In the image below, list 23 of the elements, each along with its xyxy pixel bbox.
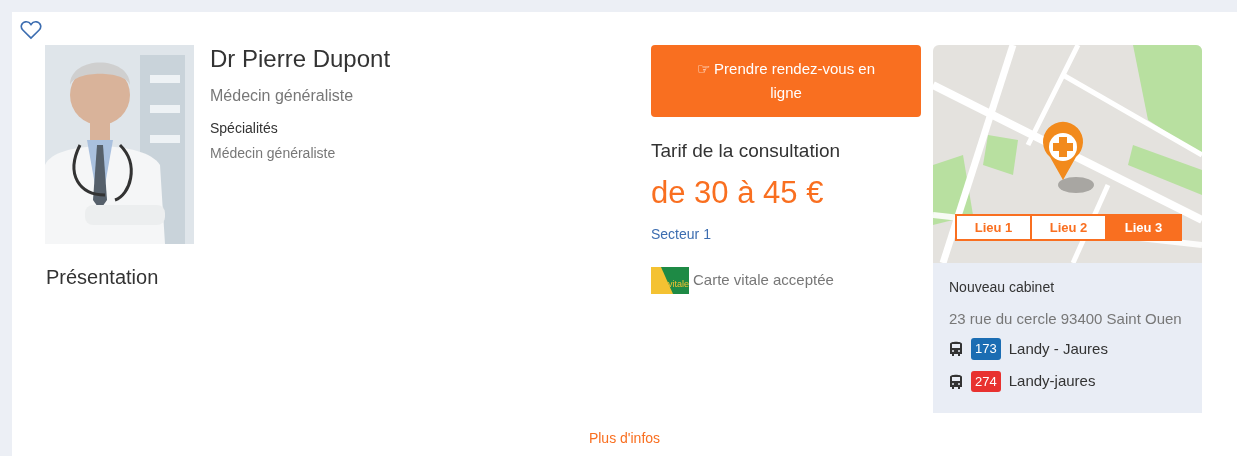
vitale-card-icon: vitale [651, 267, 689, 294]
doctor-name: Dr Pierre Dupont [210, 45, 391, 74]
location-tab[interactable]: Lieu 1 [957, 215, 1030, 239]
sector-label: Secteur 1 [651, 225, 712, 244]
more-info-link[interactable]: Plus d'infos [588, 430, 661, 446]
bus-stop: Landy - Jaures [1008, 338, 1108, 359]
booking-button[interactable]: ☞ Prendre rendez-vous en ligne [651, 45, 921, 117]
bus-icon [949, 373, 963, 390]
vitale-text: Carte vitale acceptée [693, 270, 834, 291]
fee-title: Tarif de la consultation [651, 139, 842, 163]
bus-line-badge: 173 [971, 338, 1001, 360]
specialty: Médecin généraliste [210, 143, 337, 163]
profession: Médecin généraliste [210, 85, 355, 106]
location-tab[interactable]: Lieu 2 [1032, 215, 1105, 239]
fee-amount: de 30 à 45 € [651, 173, 825, 212]
heart-icon[interactable] [20, 20, 42, 40]
bus-stop: Landy-jaures [1008, 371, 1096, 392]
bus-line-badge: 274 [971, 370, 1001, 393]
bus-icon [949, 341, 963, 357]
place-name: Nouveau cabinet [949, 278, 1056, 297]
address: 23 rue du cercle 93400 Saint Ouen [949, 309, 1183, 329]
specialties-label: Spécialités [210, 118, 279, 138]
section-title: Présentation [46, 265, 160, 290]
